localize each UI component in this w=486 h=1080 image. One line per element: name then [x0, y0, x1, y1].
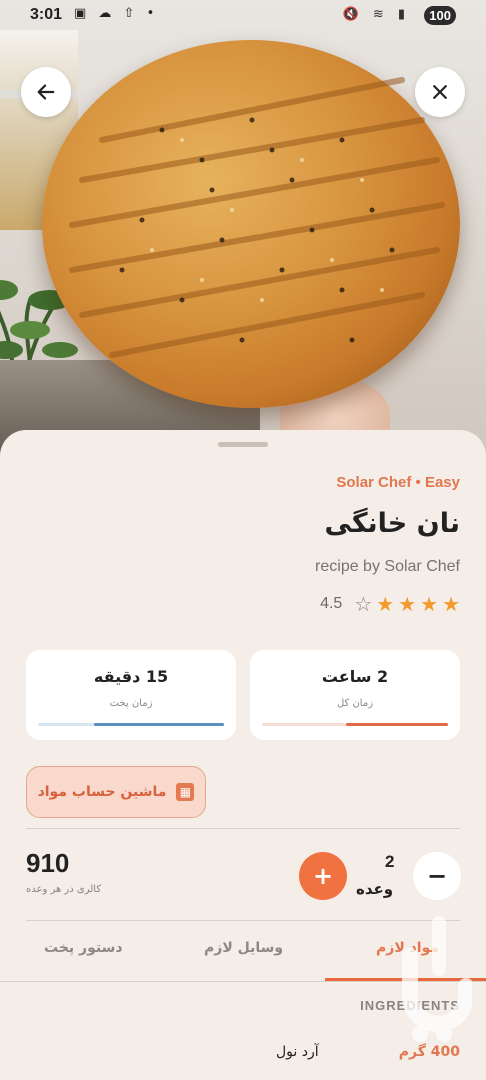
increase-servings-button[interactable]: + — [299, 852, 347, 900]
recipe-hero-image — [0, 0, 486, 470]
plus-icon: + — [312, 862, 334, 890]
star-filled-icon: ★ — [442, 592, 460, 616]
calculator-label: ماشین حساب مواد — [37, 784, 167, 800]
recipe-byline: recipe by Solar Chef — [315, 558, 460, 575]
battery-indicator: 100 — [424, 6, 456, 25]
arrow-left-icon — [37, 84, 55, 100]
cook-time-progress — [38, 723, 224, 726]
total-time-card: 2 ساعت زمان کل — [250, 650, 460, 740]
bread-texture — [69, 77, 445, 358]
decrease-servings-button[interactable]: − — [413, 852, 461, 900]
ingredient-name: آرد نول — [276, 1044, 319, 1060]
recipe-rating: 4.5 ☆ ★ ★ ★ ★ — [320, 592, 460, 616]
total-time-value: 2 ساعت — [321, 667, 389, 686]
watermark-logo — [402, 916, 472, 1042]
status-system-icons: 🔇 ≋ ▮ — [342, 7, 410, 22]
rating-value: 4.5 — [320, 595, 343, 612]
minus-icon: − — [426, 862, 448, 890]
cook-time-value: 15 دقیقه — [93, 667, 169, 686]
calculator-icon: ▦ — [176, 783, 195, 801]
recipe-meta: Solar Chef • Easy — [336, 474, 460, 491]
status-notification-icons: ▣ ☁ ⇧ • — [74, 6, 159, 21]
servings-value: 2 — [385, 852, 395, 871]
cook-time-card: 15 دقیقه زمان پخت — [26, 650, 236, 740]
close-icon — [433, 85, 447, 99]
total-time-progress — [262, 723, 448, 726]
cook-time-progress-fill — [93, 723, 224, 726]
total-time-progress-fill — [345, 723, 448, 726]
close-button[interactable] — [415, 67, 465, 117]
calories-label: کالری در هر وعده — [26, 884, 102, 895]
tab-steps[interactable]: دستور پخت — [44, 940, 123, 956]
ingredient-calculator-button[interactable]: ▦ ماشین حساب مواد — [26, 766, 206, 818]
total-time-label: زمان کل — [336, 698, 374, 709]
recipe-title: نان خانگی — [324, 508, 460, 539]
star-filled-icon: ★ — [398, 592, 417, 616]
star-empty-icon: ☆ — [354, 592, 373, 616]
star-filled-icon: ★ — [376, 592, 395, 616]
star-filled-icon: ★ — [420, 592, 439, 616]
divider — [26, 828, 460, 829]
sheet-drag-handle[interactable] — [218, 442, 268, 447]
tab-tools[interactable]: وسایل لازم — [204, 940, 283, 956]
calories-value: 910 — [26, 848, 70, 878]
servings-label: وعده — [356, 880, 394, 898]
status-time: 3:01 — [30, 6, 63, 23]
status-bar: 3:01 ▣ ☁ ⇧ • 🔇 ≋ ▮ 100 — [0, 0, 486, 32]
back-button[interactable] — [21, 67, 71, 117]
cook-time-label: زمان پخت — [109, 698, 153, 709]
